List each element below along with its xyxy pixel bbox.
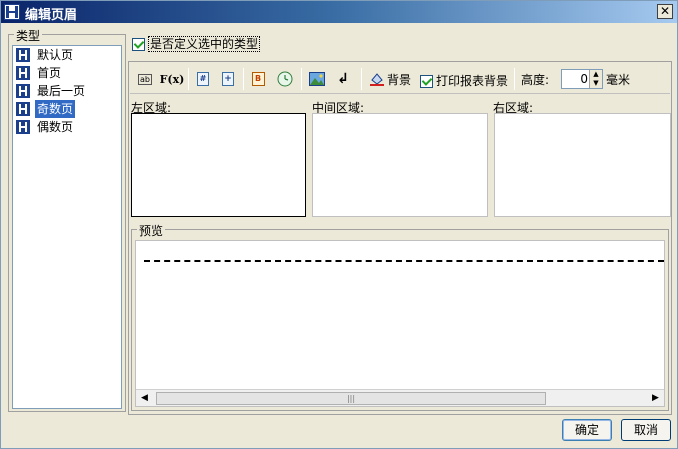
insert-newline-button[interactable]: ↲: [333, 69, 353, 89]
page-number-icon: #: [197, 72, 209, 86]
height-label: 高度:: [521, 73, 550, 87]
preview-area: ◀ ||| ▶: [135, 240, 665, 407]
window-title: 编辑页眉: [25, 8, 78, 23]
insert-image-button[interactable]: [307, 69, 327, 89]
spinner-arrows: ▲ ▼: [589, 70, 602, 88]
type-item-label: 首页: [37, 66, 62, 80]
insert-text-button[interactable]: ab: [135, 69, 155, 89]
insert-formula-button[interactable]: F(x): [159, 69, 185, 89]
text-icon: ab: [138, 73, 152, 85]
custom-type-checkbox[interactable]: 是否定义选中的类型: [132, 35, 261, 53]
unit-label: 毫米: [606, 73, 631, 87]
middle-region-editor[interactable]: [312, 113, 488, 217]
newline-icon: ↲: [337, 71, 349, 87]
type-item-label: 最后一页: [37, 84, 86, 98]
spin-down-icon[interactable]: ▼: [590, 79, 602, 88]
height-spinner[interactable]: 0 ▲ ▼: [561, 69, 603, 89]
print-background-label: 打印报表背景: [436, 74, 509, 88]
toolbar-separator: [301, 68, 302, 90]
type-item-label: 偶数页: [37, 120, 74, 134]
header-icon: [16, 102, 30, 116]
type-item-first[interactable]: 首页: [13, 64, 121, 82]
dialog-window: 编辑页眉 ✕ 类型 默认页 首页 最后一页 奇数页 偶数页 是否定义选中的类型 …: [0, 0, 678, 449]
horizontal-scrollbar[interactable]: ◀ ||| ▶: [136, 389, 664, 406]
toolbar-separator: [243, 68, 244, 90]
checkbox-box[interactable]: [420, 75, 433, 88]
header-icon: [16, 66, 30, 80]
scroll-left-icon[interactable]: ◀: [137, 391, 152, 406]
background-label[interactable]: 背景: [387, 71, 411, 88]
clock-icon: [277, 71, 293, 87]
close-button[interactable]: ✕: [657, 4, 673, 19]
calendar-icon: B: [251, 72, 265, 86]
paint-bucket-icon: [370, 73, 384, 86]
type-group: 类型 默认页 首页 最后一页 奇数页 偶数页: [8, 27, 126, 412]
formula-icon: F(x): [159, 72, 185, 86]
toolbar-separator: [188, 68, 189, 90]
left-region-editor[interactable]: [131, 113, 306, 217]
spin-up-icon[interactable]: ▲: [590, 70, 602, 79]
ok-button[interactable]: 确定: [562, 419, 612, 441]
type-item-odd[interactable]: 奇数页: [13, 100, 121, 118]
type-item-label: 奇数页: [35, 100, 76, 118]
type-item-last[interactable]: 最后一页: [13, 82, 121, 100]
header-separator-line: [144, 260, 664, 262]
scroll-right-icon[interactable]: ▶: [648, 391, 663, 406]
scroll-thumb[interactable]: |||: [156, 392, 546, 405]
insert-page-number-button[interactable]: #: [193, 69, 213, 89]
height-value[interactable]: 0: [580, 72, 588, 86]
editor-panel: ab F(x) # + B ↲ 背景 打印报表背景 高度: 0 ▲ ▼ 毫米 左…: [128, 61, 672, 415]
insert-total-pages-button[interactable]: +: [218, 69, 238, 89]
type-list[interactable]: 默认页 首页 最后一页 奇数页 偶数页: [12, 45, 122, 409]
checkbox-box[interactable]: [132, 38, 145, 51]
type-item-even[interactable]: 偶数页: [13, 118, 121, 136]
right-region-editor[interactable]: [494, 113, 671, 217]
preview-group: 预览 ◀ ||| ▶: [131, 222, 669, 411]
header-icon: [16, 48, 30, 62]
app-icon: [4, 4, 20, 20]
dialog-client: 类型 默认页 首页 最后一页 奇数页 偶数页 是否定义选中的类型 ab F(x)…: [1, 23, 677, 448]
background-button-icon[interactable]: [367, 69, 387, 89]
toolbar-separator: [514, 68, 515, 90]
type-item-label: 默认页: [37, 48, 74, 62]
insert-date-button[interactable]: B: [248, 69, 268, 89]
title-bar[interactable]: 编辑页眉 ✕: [1, 1, 677, 23]
cancel-button[interactable]: 取消: [621, 419, 671, 441]
preview-legend: 预览: [137, 222, 166, 239]
header-icon: [16, 120, 30, 134]
image-icon: [309, 72, 325, 86]
print-background-checkbox[interactable]: 打印报表背景: [420, 72, 508, 88]
type-item-default[interactable]: 默认页: [13, 46, 121, 64]
toolbar-separator: [361, 68, 362, 90]
toolbar: ab F(x) # + B ↲ 背景 打印报表背景 高度: 0 ▲ ▼ 毫米: [130, 63, 670, 94]
header-icon: [16, 84, 30, 98]
type-group-legend: 类型: [14, 27, 43, 44]
total-pages-icon: +: [222, 72, 234, 86]
insert-time-button[interactable]: [275, 69, 295, 89]
custom-type-label: 是否定义选中的类型: [148, 36, 261, 52]
